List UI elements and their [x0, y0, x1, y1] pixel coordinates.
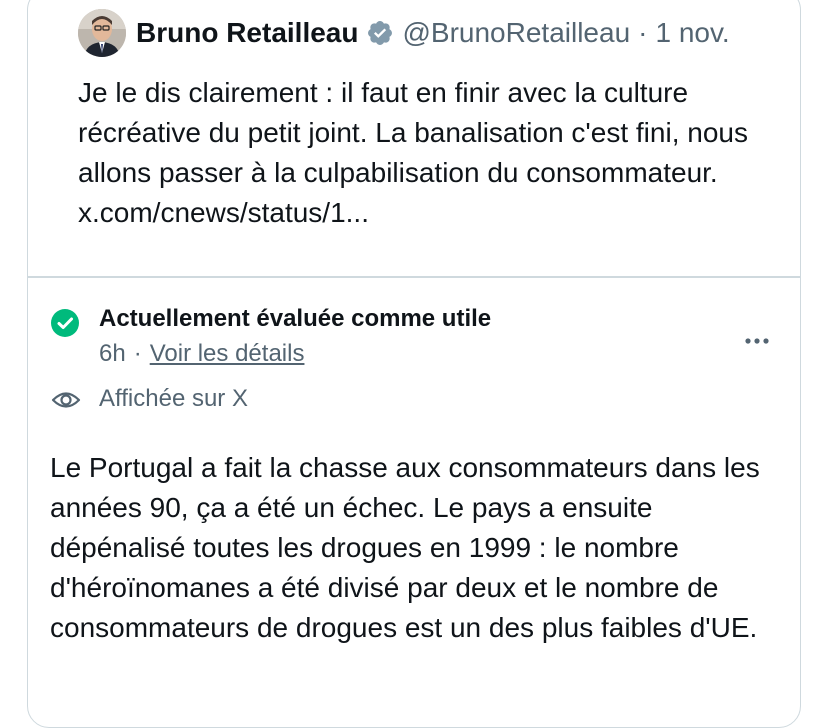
more-horizontal-icon[interactable]: [740, 324, 774, 358]
author-handle[interactable]: @BrunoRetailleau: [402, 16, 630, 50]
eye-icon: [50, 384, 82, 416]
verified-badge-icon: [366, 19, 394, 47]
details-link[interactable]: Voir les détails: [150, 340, 305, 367]
tweet-header: Bruno Retailleau @BrunoRetailleau · 1 no…: [136, 16, 730, 50]
check-circle-icon: [50, 308, 80, 338]
header-separator: ·: [638, 17, 648, 48]
author-name[interactable]: Bruno Retailleau: [136, 16, 358, 50]
tweet[interactable]: Bruno Retailleau @BrunoRetailleau · 1 no…: [28, 0, 800, 279]
note-age: 6h: [99, 340, 126, 367]
meta-separator: ·: [133, 340, 142, 367]
note-status: Actuellement évaluée comme utile: [99, 305, 492, 332]
note-meta: 6h · Voir les détails: [99, 338, 304, 370]
note-text: Le Portugal a fait la chasse aux consomm…: [50, 452, 760, 643]
author-avatar[interactable]: [78, 9, 126, 57]
tweet-date[interactable]: 1 nov.: [655, 16, 729, 50]
shown-on-label: Affichée sur X: [99, 385, 248, 412]
divider: [27, 276, 801, 278]
avatar-image: [78, 9, 126, 57]
tweet-text: Je le dis clairement : il faut en finir …: [78, 77, 748, 228]
